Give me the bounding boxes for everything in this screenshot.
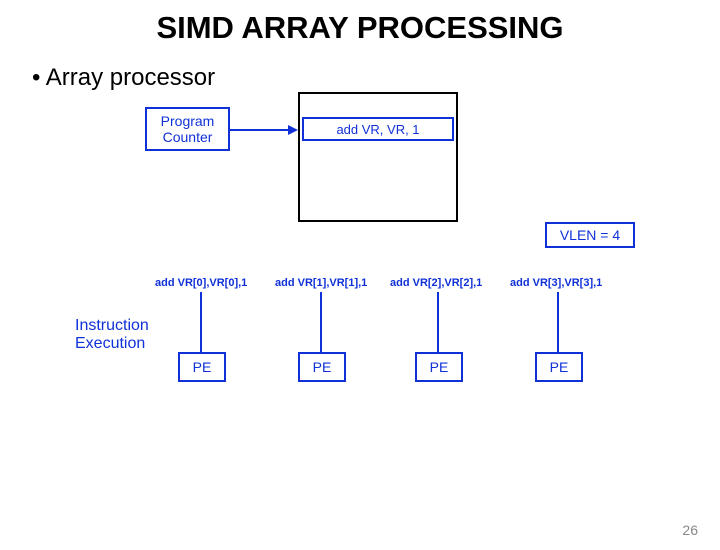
pe3-instr-label: add VR[3],VR[3],1 — [510, 277, 602, 289]
instruction-execution-label: Instruction Execution — [75, 317, 149, 352]
pe2-line — [437, 292, 439, 352]
pe1-instr-label: add VR[1],VR[1],1 — [275, 277, 367, 289]
pe0-line — [200, 292, 202, 352]
slide-title: SIMD ARRAY PROCESSING — [0, 10, 720, 46]
pe2-instr-label: add VR[2],VR[2],1 — [390, 277, 482, 289]
memory-box — [298, 92, 458, 222]
page-number: 26 — [682, 522, 698, 538]
diagram-area: Program Counter add VR, VR, 1 VLEN = 4 I… — [0, 92, 720, 492]
pe1-line — [320, 292, 322, 352]
pe0-instr-label: add VR[0],VR[0],1 — [155, 277, 247, 289]
vlen-box: VLEN = 4 — [545, 222, 635, 248]
arrow-icon — [230, 122, 300, 142]
bullet-text: • Array processor — [32, 64, 720, 92]
pe3-box: PE — [535, 352, 583, 382]
pe0-box: PE — [178, 352, 226, 382]
pe2-box: PE — [415, 352, 463, 382]
pe1-box: PE — [298, 352, 346, 382]
pe3-line — [557, 292, 559, 352]
bullet-label: Array processor — [46, 64, 215, 91]
instruction-box: add VR, VR, 1 — [302, 117, 454, 141]
program-counter-box: Program Counter — [145, 107, 230, 151]
